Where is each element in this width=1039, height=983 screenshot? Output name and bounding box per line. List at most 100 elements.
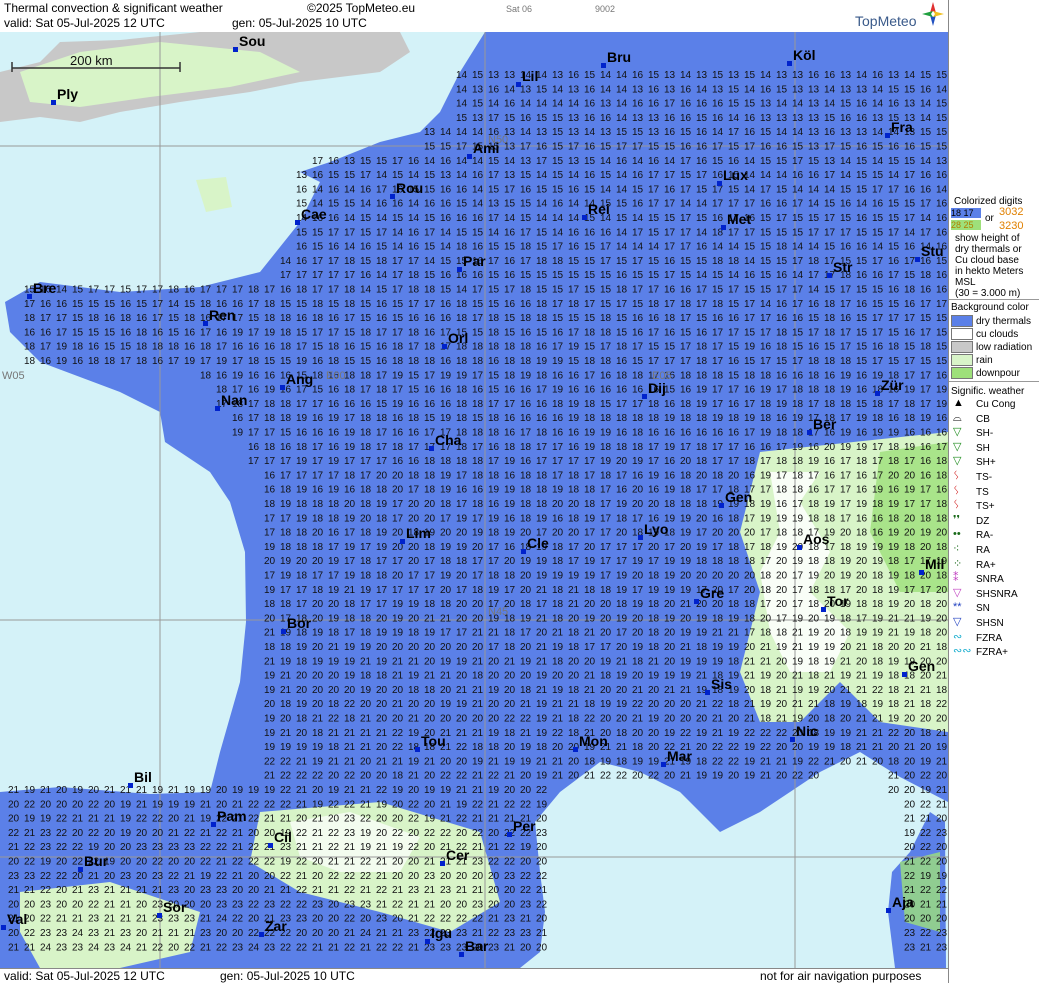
weather-map[interactable]: 200 km 14 15 13 13 14 14 13 16 15 14 14 16 15 13 14 13 1… — [0, 32, 948, 968]
grid-value: 16 — [632, 70, 644, 81]
grid-value: 21 — [232, 871, 244, 882]
grid-value: 15 — [312, 342, 324, 353]
grid-value: 20 — [152, 828, 164, 839]
grid-value: 15 — [872, 170, 884, 181]
grid-value: 15 — [744, 70, 756, 81]
grid-value: 23 — [504, 914, 516, 925]
grid-value: 21 — [536, 885, 548, 896]
city-label: Cae — [301, 206, 327, 222]
grid-value: 20 — [440, 714, 452, 725]
grid-value: 20 — [408, 785, 420, 796]
grid-value: 18 — [344, 599, 356, 610]
grid-value: 16 — [728, 156, 740, 167]
grid-value: 21 — [920, 942, 932, 953]
grid-value: 15 — [728, 342, 740, 353]
grid-value: 20 — [488, 656, 500, 667]
grid-value: 19 — [648, 756, 660, 767]
grid-value: 17 — [888, 399, 900, 410]
grid-value: 19 — [824, 499, 836, 510]
grid-value: 14 — [392, 227, 404, 238]
grid-value: 19 — [680, 556, 692, 567]
grid-value: 19 — [920, 528, 932, 539]
city-marker — [638, 535, 643, 540]
weather-symbol-label: RA — [976, 545, 990, 556]
grid-value: 18 — [696, 370, 708, 381]
grid-value: 19 — [680, 513, 692, 524]
grid-value: 16 — [296, 256, 308, 267]
grid-value: 16 — [680, 99, 692, 110]
grid-value: 17 — [760, 327, 772, 338]
grid-value: 17 — [584, 370, 596, 381]
grid-value: 18 — [376, 513, 388, 524]
grid-value: 14 — [920, 156, 932, 167]
grid-value: 23 — [504, 928, 516, 939]
grid-value: 16 — [856, 242, 868, 253]
grid-value: 17 — [248, 399, 260, 410]
grid-value: 20 — [936, 857, 948, 868]
grid-value: 22 — [488, 771, 500, 782]
grid-value: 15 — [792, 227, 804, 238]
grid-value: 17 — [744, 142, 756, 153]
city-marker — [886, 908, 891, 913]
grid-value: 20 — [744, 585, 756, 596]
grid-value: 21 — [920, 642, 932, 653]
city-label: Ren — [209, 307, 235, 323]
grid-value: 19 — [920, 785, 932, 796]
grid-value: 18 — [136, 356, 148, 367]
grid-value: 21 — [552, 756, 564, 767]
grid-value: 21 — [312, 942, 324, 953]
grid-value: 18 — [744, 556, 756, 567]
grid-value: 14 — [808, 184, 820, 195]
grid-value: 15 — [584, 285, 596, 296]
grid-value: 14 — [920, 213, 932, 224]
grid-value: 16 — [472, 242, 484, 253]
grid-value: 17 — [920, 485, 932, 496]
grid-value: 14 — [760, 70, 772, 81]
weather-symbol-label: SN — [976, 603, 990, 615]
grid-value: 22 — [712, 756, 724, 767]
grid-value: 21 — [280, 885, 292, 896]
grid-value: 17 — [424, 227, 436, 238]
grid-value: 20 — [600, 613, 612, 624]
grid-value: 15 — [824, 199, 836, 210]
grid-value: 17 — [536, 599, 548, 610]
grid-value: 15 — [360, 342, 372, 353]
grid-value: 19 — [616, 571, 628, 582]
legend-swatch-label: low radiation — [976, 342, 1033, 353]
grid-value: 16 — [424, 399, 436, 410]
city-label: Sou — [239, 33, 265, 49]
grid-value: 19 — [760, 671, 772, 682]
grid-value: 20 — [584, 599, 596, 610]
grid-value: 16 — [440, 313, 452, 324]
grid-value: 23 — [408, 885, 420, 896]
grid-value: 20 — [520, 642, 532, 653]
grid-value: 16 — [520, 399, 532, 410]
grid-value: 15 — [936, 99, 948, 110]
grid-value: 18 — [936, 542, 948, 553]
grid-value: 15 — [600, 270, 612, 281]
grid-value: 16 — [664, 456, 676, 467]
grid-value: 17 — [600, 256, 612, 267]
grid-value: 15 — [856, 285, 868, 296]
grid-value: 18 — [760, 714, 772, 725]
grid-value: 24 — [72, 928, 84, 939]
grid-value: 18 — [312, 299, 324, 310]
grid-value: 16 — [840, 199, 852, 210]
grid-value: 14 — [424, 156, 436, 167]
grid-value: 17 — [664, 199, 676, 210]
grid-value: 15 — [648, 227, 660, 238]
grid-value: 21 — [360, 799, 372, 810]
grid-value: 21 — [312, 714, 324, 725]
grid-value: 18 — [456, 356, 468, 367]
grid-value: 16 — [808, 485, 820, 496]
footer-note: not for air navigation purposes — [760, 969, 922, 983]
grid-value: 16 — [632, 327, 644, 338]
grid-value: 17 — [312, 256, 324, 267]
grid-value: 22 — [424, 914, 436, 925]
grid-value: 22 — [392, 899, 404, 910]
grid-value: 22 — [456, 814, 468, 825]
grid-value: 19 — [200, 814, 212, 825]
grid-value: 19 — [792, 413, 804, 424]
grid-value: 21 — [280, 728, 292, 739]
grid-value: 17 — [536, 456, 548, 467]
